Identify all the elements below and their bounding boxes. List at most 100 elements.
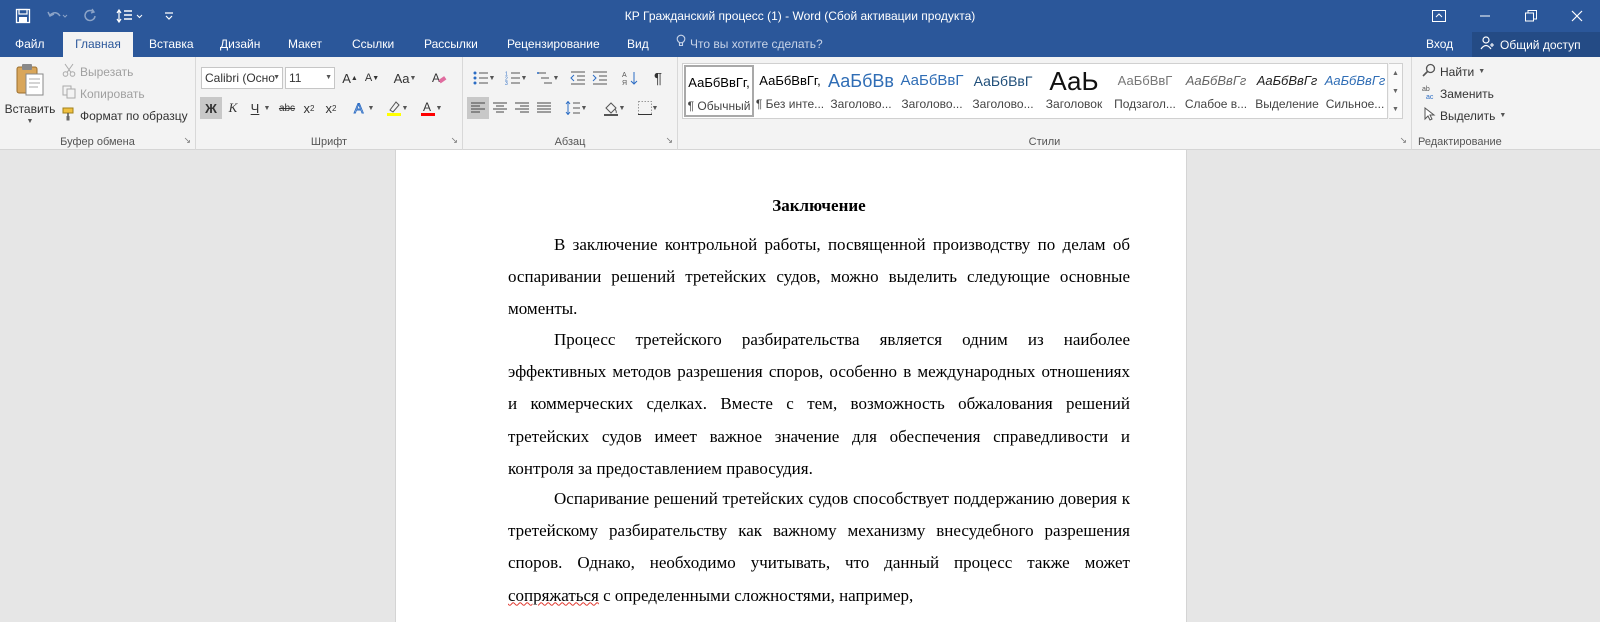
align-right-icon[interactable] xyxy=(511,97,533,119)
show-formatting-marks-icon[interactable]: ¶ xyxy=(647,67,669,89)
justify-icon[interactable] xyxy=(533,97,555,119)
style-name: Слабое в... xyxy=(1184,97,1248,111)
style-name: Подзагол... xyxy=(1114,97,1176,111)
align-left-icon[interactable] xyxy=(467,97,489,119)
save-icon[interactable] xyxy=(8,2,38,30)
styles-group-label: Стили xyxy=(1028,136,1061,148)
clipboard-launcher-icon[interactable]: ↘ xyxy=(183,135,191,146)
replace-button[interactable]: ab ac Заменить xyxy=(1422,85,1494,102)
document-area[interactable]: Заключение В заключение контрольной рабо… xyxy=(0,150,1600,622)
redo-icon[interactable] xyxy=(76,2,106,30)
style-intense-emphasis[interactable]: АаБбВвГг Сильное... xyxy=(1323,65,1387,117)
tell-me-box[interactable]: Что вы хотите сделать? xyxy=(676,32,823,57)
increase-indent-icon[interactable] xyxy=(589,67,611,89)
close-icon[interactable] xyxy=(1554,0,1600,32)
style-heading-3[interactable]: АаБбВвГ Заголово... xyxy=(968,65,1038,117)
find-button[interactable]: Найти ▼ xyxy=(1422,63,1485,80)
quick-access-toolbar xyxy=(8,0,184,32)
title-bar: КР Гражданский процесс (1) - Word (Сбой … xyxy=(0,0,1600,32)
paste-button[interactable]: Вставить ▼ xyxy=(5,63,55,131)
clipboard-group-label: Буфер обмена xyxy=(60,136,135,148)
borders-icon[interactable]: ▼ xyxy=(633,97,663,119)
style-sample: АаБбВвГг xyxy=(1185,73,1247,88)
style-heading-1[interactable]: АаБбВв Заголово... xyxy=(826,65,896,117)
paragraph-3-text-b: с определенными сложностями, например, xyxy=(598,585,914,605)
align-center-icon[interactable] xyxy=(489,97,511,119)
change-case-icon[interactable]: Aa ▼ xyxy=(390,67,420,89)
line-paragraph-spacing-icon[interactable]: ▼ xyxy=(561,97,591,119)
format-painter-label: Формат по образцу xyxy=(80,108,188,123)
replace-label: Заменить xyxy=(1440,86,1494,101)
style-sample: АаБбВвГ xyxy=(973,73,1033,89)
shading-icon[interactable]: ▼ xyxy=(599,97,629,119)
gallery-more-icon[interactable]: ▼ xyxy=(1392,106,1399,113)
font-size-dropdown-icon: ▼ xyxy=(325,74,332,81)
undo-icon[interactable] xyxy=(42,2,72,30)
numbering-icon[interactable]: 1 2 3 ▼ xyxy=(501,67,531,89)
shrink-font-icon[interactable]: A ▼ xyxy=(361,67,383,89)
styles-gallery-scroll: ▲ ▼ ▼ xyxy=(1389,63,1403,119)
gallery-up-icon[interactable]: ▲ xyxy=(1392,70,1399,77)
tab-view[interactable]: Вид xyxy=(617,32,659,57)
decrease-indent-icon[interactable] xyxy=(567,67,589,89)
font-color-icon[interactable]: A ▼ xyxy=(416,97,446,119)
gallery-down-icon[interactable]: ▼ xyxy=(1392,88,1399,95)
style-subtle-emphasis[interactable]: АаБбВвГг Слабое в... xyxy=(1181,65,1251,117)
superscript-icon[interactable]: x2 xyxy=(320,97,342,119)
paragraph-group-label: Абзац xyxy=(554,136,586,148)
customize-qat-icon[interactable] xyxy=(154,2,184,30)
font-size-combo[interactable]: 11 ▼ xyxy=(285,67,335,89)
style-normal[interactable]: АаБбВвГг, ¶ Обычный xyxy=(684,65,754,117)
styles-gallery: АаБбВвГг, ¶ Обычный АаБбВвГг, ¶ Без инте… xyxy=(682,63,1388,119)
svg-text:A: A xyxy=(432,71,440,85)
font-launcher-icon[interactable]: ↘ xyxy=(450,135,458,146)
tab-references[interactable]: Ссылки xyxy=(342,32,404,57)
restore-icon[interactable] xyxy=(1508,0,1554,32)
multilevel-list-icon[interactable]: ▼ xyxy=(533,67,563,89)
tab-file[interactable]: Файл xyxy=(5,32,55,57)
bullets-icon[interactable]: ▼ xyxy=(469,67,499,89)
clipboard-group: Вставить ▼ Вырезать Копировать Формат по… xyxy=(0,57,196,150)
paragraph-2: Процесс третейского разбирательства явля… xyxy=(508,330,1130,478)
misspelled-word[interactable]: сопряжаться xyxy=(508,586,599,605)
italic-button[interactable]: К xyxy=(222,97,244,119)
sort-icon[interactable]: AЯ xyxy=(619,67,641,89)
paragraph-launcher-icon[interactable]: ↘ xyxy=(665,135,673,146)
format-painter-button[interactable]: Формат по образцу xyxy=(62,107,188,124)
line-spacing-icon[interactable] xyxy=(110,2,150,30)
cut-button[interactable]: Вырезать xyxy=(62,63,133,80)
tab-home[interactable]: Главная xyxy=(63,32,133,57)
select-dropdown-icon: ▼ xyxy=(1499,112,1507,119)
ribbon-tabs: Файл Главная Вставка Дизайн Макет Ссылки… xyxy=(0,32,1600,57)
subscript-icon[interactable]: x2 xyxy=(298,97,320,119)
style-emphasis[interactable]: АаБбВвГг Выделение xyxy=(1252,65,1322,117)
select-button[interactable]: Выделить ▼ xyxy=(1422,106,1507,124)
style-subtitle[interactable]: АаБбВвГ Подзагол... xyxy=(1110,65,1180,117)
tab-insert[interactable]: Вставка xyxy=(139,32,204,57)
ribbon-display-options-icon[interactable] xyxy=(1416,0,1462,32)
tab-mailings[interactable]: Рассылки xyxy=(414,32,488,57)
copy-button[interactable]: Копировать xyxy=(62,85,145,102)
svg-text:ab: ab xyxy=(1422,86,1430,93)
minimize-icon[interactable] xyxy=(1462,0,1508,32)
style-no-spacing[interactable]: АаБбВвГг, ¶ Без инте... xyxy=(755,65,825,117)
editing-group-label: Редактирование xyxy=(1418,136,1502,148)
style-heading-2[interactable]: АаБбВвГ Заголово... xyxy=(897,65,967,117)
clear-formatting-icon[interactable]: A xyxy=(428,67,450,89)
strikethrough-button[interactable]: abc xyxy=(276,97,298,119)
underline-dropdown-icon[interactable]: ▼ xyxy=(262,97,272,119)
tab-review[interactable]: Рецензирование xyxy=(497,32,610,57)
tab-layout[interactable]: Макет xyxy=(278,32,332,57)
font-name-combo[interactable]: Calibri (Осно ▼ xyxy=(201,67,283,89)
bold-button[interactable]: Ж xyxy=(200,97,222,119)
document-page[interactable]: Заключение В заключение контрольной рабо… xyxy=(395,150,1187,622)
sign-in-link[interactable]: Вход xyxy=(1426,32,1453,57)
tab-design[interactable]: Дизайн xyxy=(210,32,270,57)
grow-font-icon[interactable]: A ▲ xyxy=(339,67,361,89)
styles-launcher-icon[interactable]: ↘ xyxy=(1399,135,1407,146)
style-title[interactable]: АаЬ Заголовок xyxy=(1039,65,1109,117)
share-button[interactable]: Общий доступ xyxy=(1472,32,1600,57)
text-effects-icon[interactable]: A ▼ xyxy=(348,97,378,119)
share-label: Общий доступ xyxy=(1500,37,1581,52)
highlight-color-icon[interactable]: ▼ xyxy=(382,97,412,119)
